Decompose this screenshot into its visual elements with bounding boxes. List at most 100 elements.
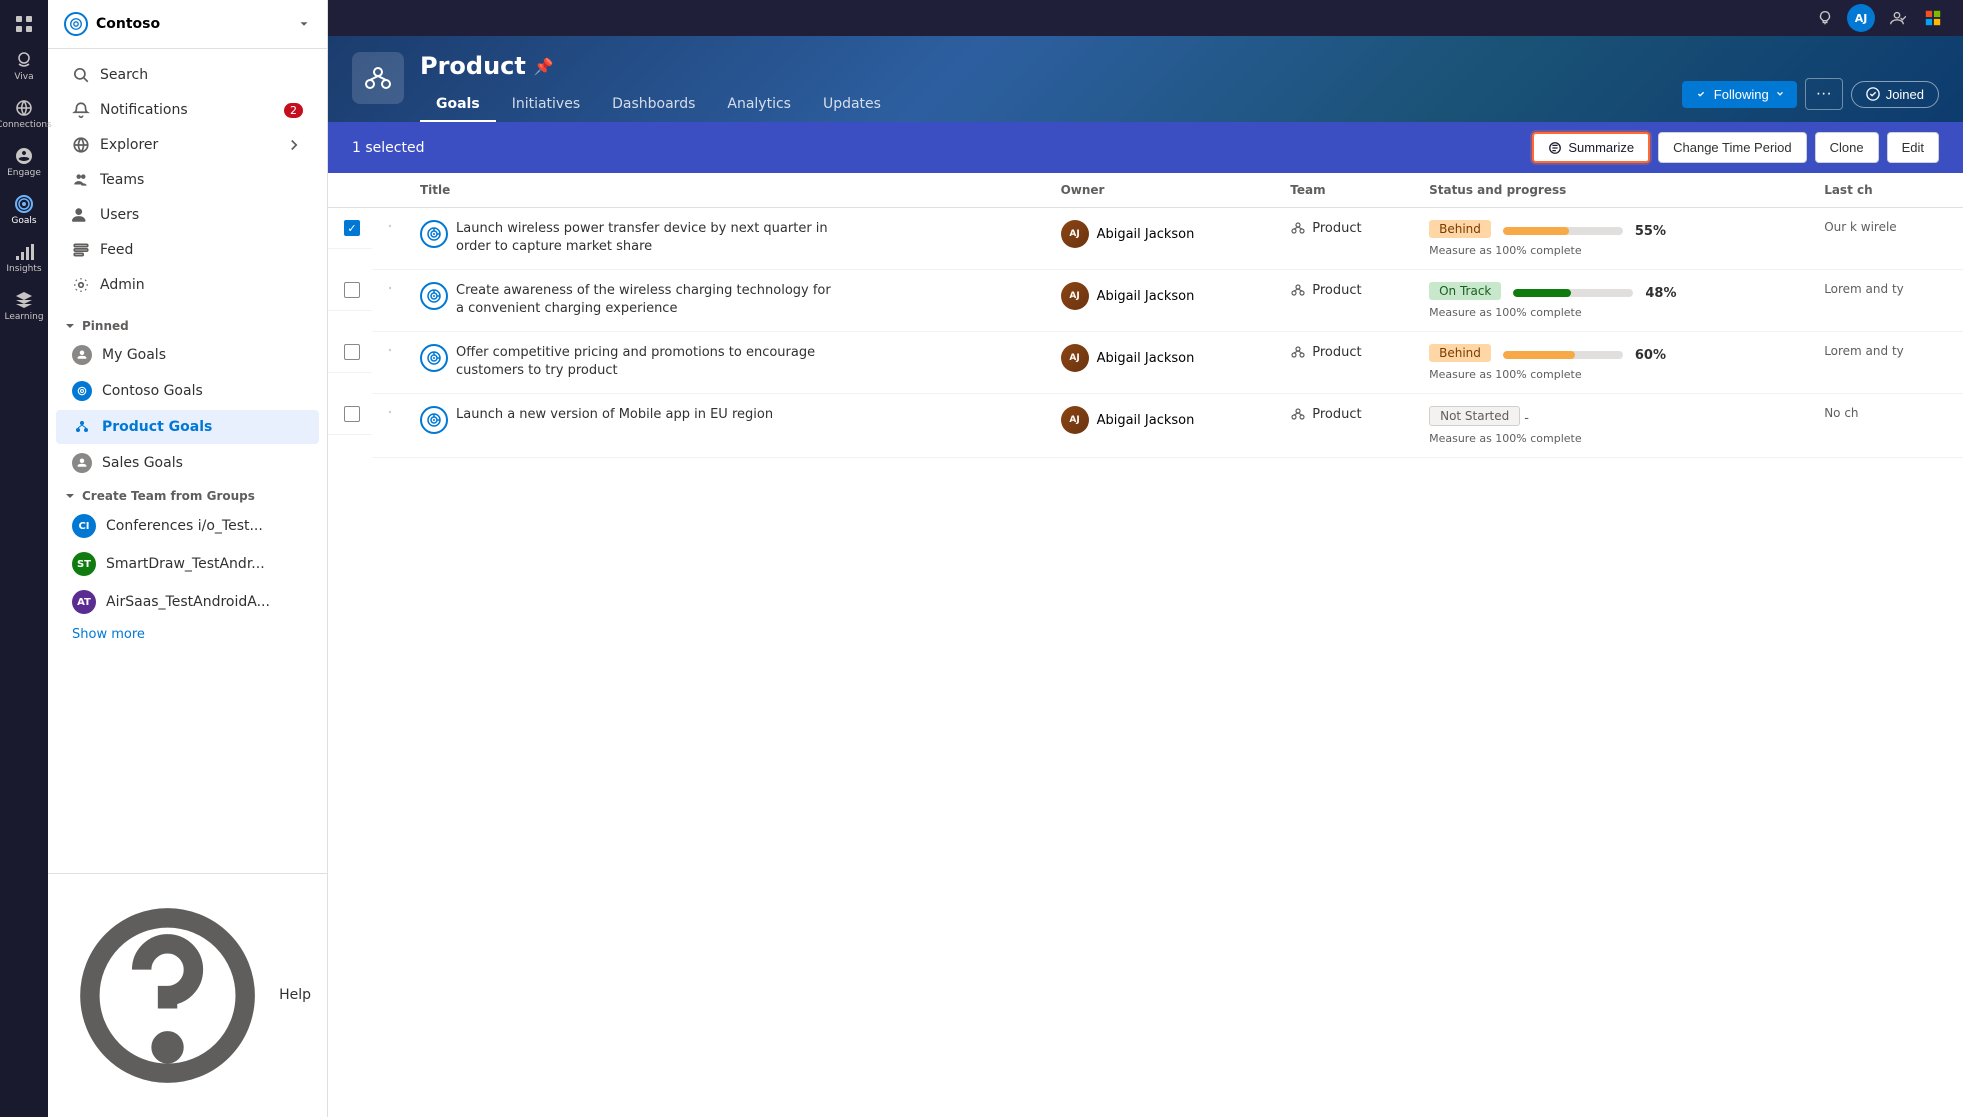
rail-item-goals[interactable]: Goals [2, 188, 46, 232]
groups-section-header[interactable]: Create Team from Groups [48, 481, 327, 507]
page-title-section: Product 📌 Goals Initiatives Dashboards A… [420, 52, 897, 122]
lightbulb-icon[interactable] [1811, 4, 1839, 32]
status-cell-inner: On Track 48% Measure as 100% complete [1429, 282, 1800, 319]
row-checkbox[interactable] [344, 282, 360, 298]
pinned-my-goals[interactable]: My Goals [56, 338, 319, 372]
tab-initiatives[interactable]: Initiatives [496, 88, 596, 122]
pinned-sales-goals[interactable]: Sales Goals [56, 446, 319, 480]
row-checkbox[interactable] [344, 344, 360, 360]
col-team-header[interactable]: Team [1278, 173, 1417, 208]
team-icon [1290, 406, 1306, 422]
row-expand-icon[interactable] [384, 406, 396, 418]
add-group-icon[interactable] [299, 490, 311, 502]
checkbox-cell[interactable] [328, 270, 372, 311]
rail-item-learning[interactable]: Learning [2, 284, 46, 328]
help-item[interactable]: Help [64, 886, 311, 1105]
row-checkbox[interactable] [344, 406, 360, 422]
tab-goals[interactable]: Goals [420, 88, 496, 122]
goal-target-icon [426, 412, 442, 428]
pinned-section-header[interactable]: Pinned [48, 311, 327, 337]
bell-icon [72, 101, 90, 119]
teams-icon [72, 171, 90, 189]
status-cell-inner: Behind 55% Measure as 100% complete [1429, 220, 1800, 257]
sidebar-item-users[interactable]: Users [56, 198, 319, 232]
summarize-button[interactable]: Summarize [1532, 132, 1650, 163]
row-checkbox[interactable]: ✓ [344, 220, 360, 236]
joined-check-icon [1866, 87, 1880, 101]
joined-button[interactable]: Joined [1851, 81, 1939, 108]
change-time-period-button[interactable]: Change Time Period [1658, 132, 1807, 163]
sales-goals-icon [72, 453, 92, 473]
team-cell: Product [1278, 208, 1417, 270]
pinned-contoso-goals[interactable]: Contoso Goals [56, 374, 319, 408]
status-cell: Behind 55% Measure as 100% complete [1417, 208, 1812, 270]
sidebar-item-feed[interactable]: Feed [56, 233, 319, 267]
team-icon-box [352, 52, 404, 104]
more-options-button[interactable]: ··· [1805, 78, 1843, 110]
progress-percent: 48% [1645, 286, 1676, 301]
sidebar: Contoso Search Notifications 2 Explorer … [48, 0, 328, 1117]
sidebar-item-admin[interactable]: Admin [56, 268, 319, 302]
progress-dash: - [1524, 411, 1529, 426]
status-measure: Measure as 100% complete [1429, 244, 1800, 257]
checkbox-cell[interactable]: ✓ [328, 208, 372, 249]
rail-item-waffle[interactable] [2, 8, 46, 40]
microsoft-icon[interactable] [1919, 4, 1947, 32]
org-selector[interactable]: Contoso [48, 0, 327, 49]
my-goals-icon [72, 345, 92, 365]
show-more-link[interactable]: Show more [48, 621, 327, 648]
rail-item-viva[interactable]: Viva [2, 44, 46, 88]
status-progress-row: Behind 55% [1429, 220, 1800, 242]
col-status-header[interactable]: Status and progress [1417, 173, 1812, 208]
expand-cell[interactable] [372, 394, 408, 458]
user-icon[interactable]: AJ [1847, 4, 1875, 32]
team-name: Product [1312, 283, 1361, 298]
owner-name: Abigail Jackson [1097, 413, 1195, 428]
sidebar-item-search[interactable]: Search [56, 58, 319, 92]
group-avatar-conferences: CI [72, 514, 96, 538]
clone-button[interactable]: Clone [1815, 132, 1879, 163]
col-owner-header[interactable]: Owner [1049, 173, 1279, 208]
expand-cell[interactable] [372, 270, 408, 332]
sidebar-item-teams[interactable]: Teams [56, 163, 319, 197]
chevron-down-small-icon2 [64, 490, 76, 502]
rail-item-insights[interactable]: Insights [2, 236, 46, 280]
owner-cell-inner: AJ Abigail Jackson [1061, 282, 1267, 310]
tab-updates[interactable]: Updates [807, 88, 897, 122]
last-checkin-text: Lorem and ty [1824, 344, 1904, 358]
expand-cell[interactable] [372, 208, 408, 270]
team-icon [1290, 220, 1306, 236]
expand-cell[interactable] [372, 332, 408, 394]
profile-menu-icon[interactable] [1883, 4, 1911, 32]
goal-title-text: Launch a new version of Mobile app in EU… [456, 406, 773, 424]
tab-analytics[interactable]: Analytics [711, 88, 807, 122]
group-conferences[interactable]: CI Conferences i/o_Test... [56, 508, 319, 544]
following-button[interactable]: Following [1682, 81, 1797, 108]
last-checkin-text: No ch [1824, 406, 1904, 420]
rail-item-connections[interactable]: Connections [2, 92, 46, 136]
checkbox-cell[interactable] [328, 332, 372, 373]
col-title-header[interactable]: Title [408, 173, 1049, 208]
group-smartdraw[interactable]: ST SmartDraw_TestAndr... [56, 546, 319, 582]
col-last-header[interactable]: Last ch [1812, 173, 1963, 208]
status-badge: Not Started [1429, 406, 1520, 426]
row-expand-icon[interactable] [384, 282, 396, 294]
pinned-product-goals[interactable]: Product Goals [56, 410, 319, 444]
goal-title-cell: Create awareness of the wireless chargin… [420, 282, 1037, 318]
row-expand-icon[interactable] [384, 220, 396, 232]
goals-tbody: ✓ Launch wireless power transfer device … [328, 208, 1963, 458]
goal-title-cell: Launch a new version of Mobile app in EU… [420, 406, 1037, 434]
progress-bar-container [1503, 227, 1623, 235]
rail-item-engage[interactable]: Engage [2, 140, 46, 184]
col-checkbox [328, 173, 372, 208]
sidebar-item-explorer[interactable]: Explorer [56, 128, 319, 162]
tab-dashboards[interactable]: Dashboards [596, 88, 711, 122]
checkbox-cell[interactable] [328, 394, 372, 435]
sidebar-item-notifications[interactable]: Notifications 2 [56, 93, 319, 127]
goal-title-text: Launch wireless power transfer device by… [456, 220, 836, 256]
row-expand-icon[interactable] [384, 344, 396, 356]
group-airsaas[interactable]: AT AirSaas_TestAndroidA... [56, 584, 319, 620]
edit-button[interactable]: Edit [1887, 132, 1939, 163]
notifications-badge: 2 [284, 103, 303, 118]
goal-icon [420, 282, 448, 310]
